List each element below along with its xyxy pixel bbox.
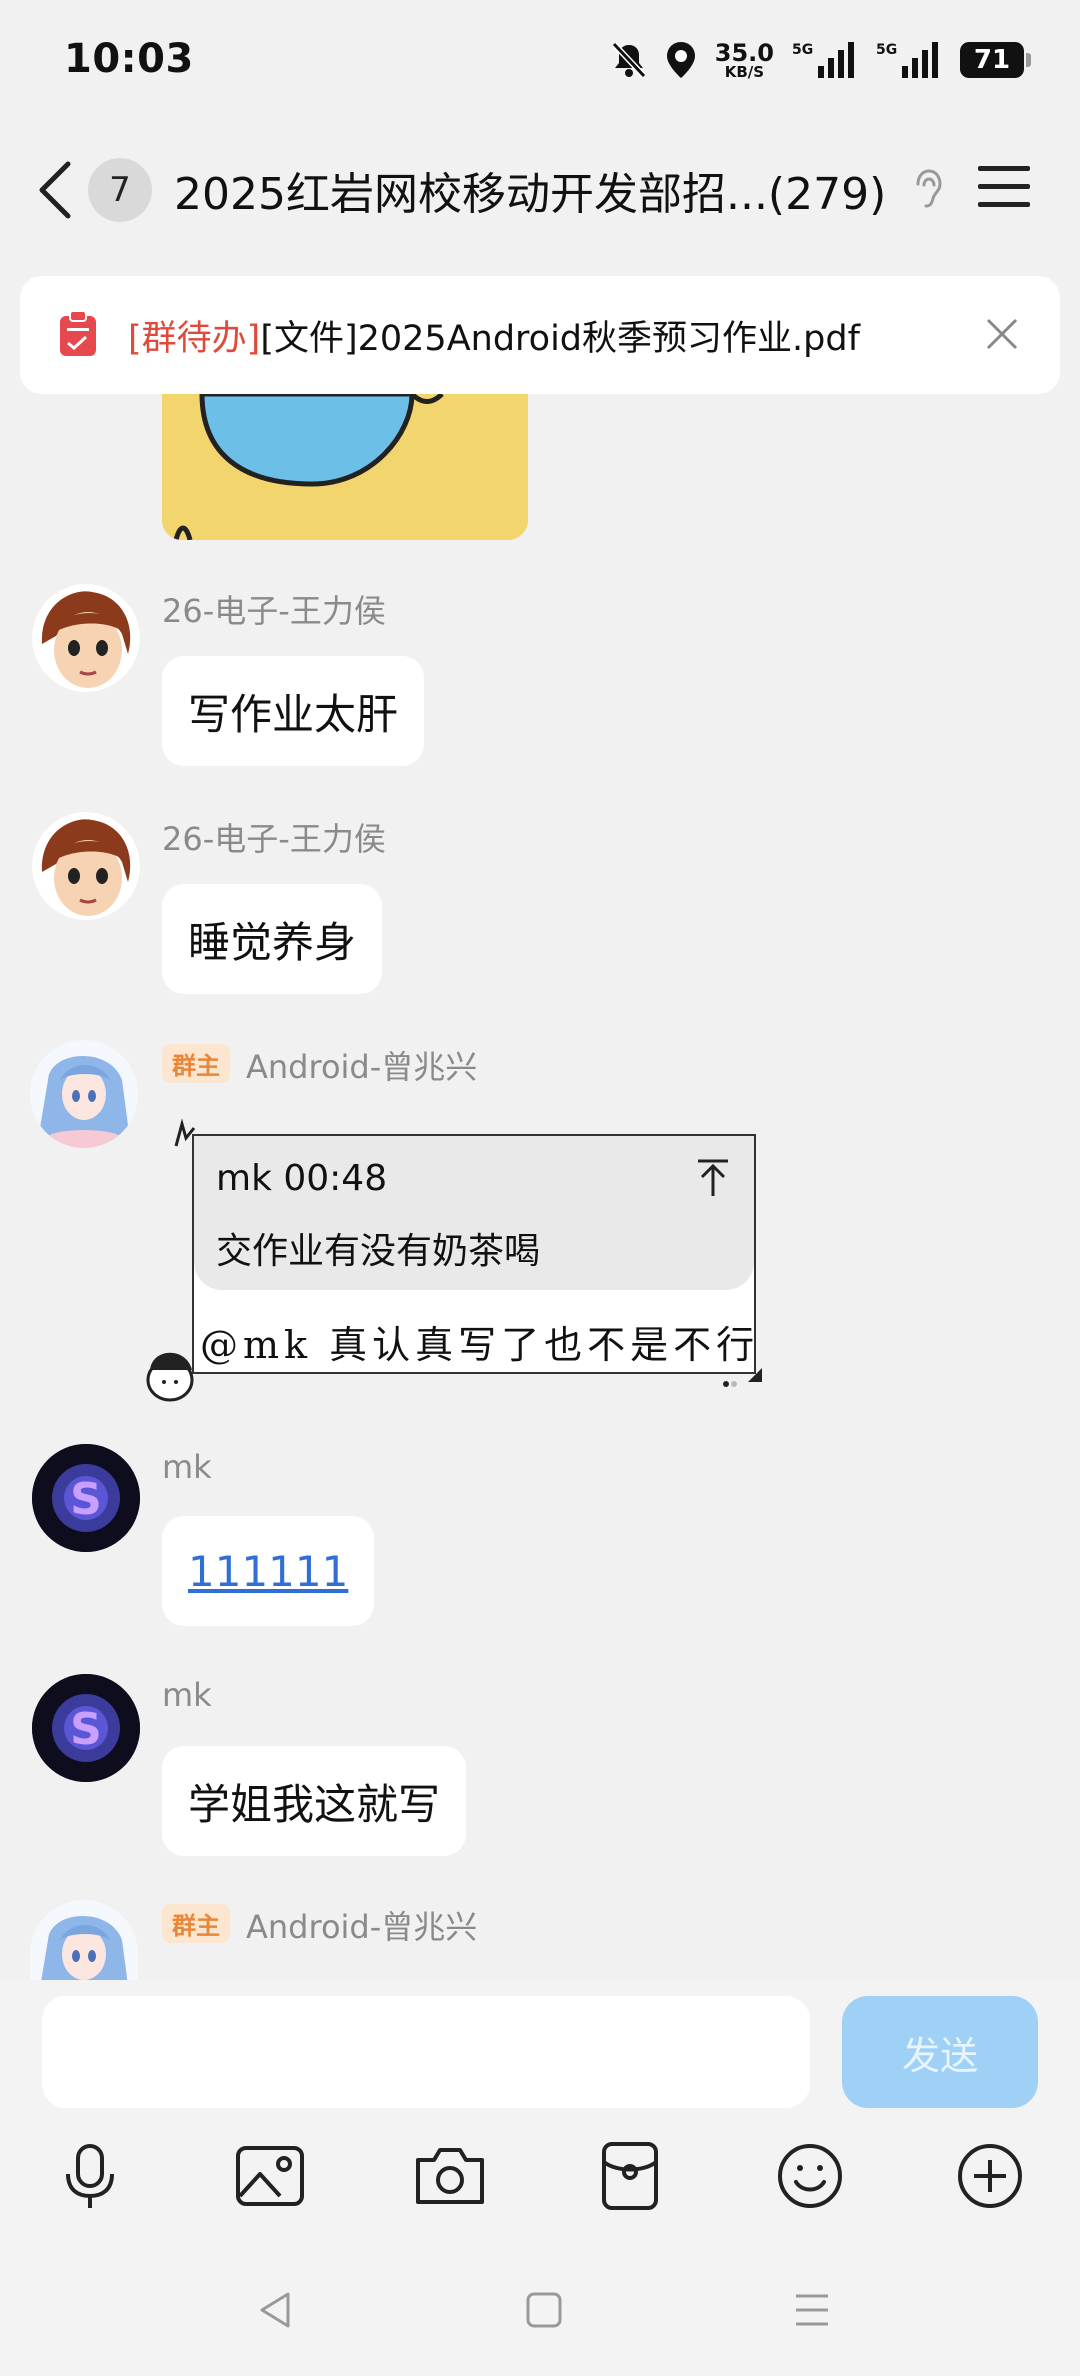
- message-input[interactable]: [42, 1996, 810, 2108]
- camera-icon[interactable]: [412, 2138, 488, 2214]
- todo-file: [文件]2025Android秋季预习作业.pdf: [260, 319, 860, 359]
- quoted-meta: mk 00:48: [216, 1158, 388, 1199]
- avatar-image: S: [32, 1674, 140, 1782]
- location-icon: [666, 42, 695, 78]
- chat-title[interactable]: 2025红岩网校移动开发部招...(279): [174, 158, 886, 222]
- close-icon[interactable]: [982, 314, 1022, 354]
- battery-indicator: 71: [960, 42, 1031, 78]
- avatar[interactable]: S: [32, 1444, 140, 1552]
- back-arrow-icon[interactable]: [34, 158, 78, 222]
- svg-text:5G: 5G: [792, 42, 813, 58]
- ear-icon[interactable]: [908, 166, 948, 214]
- avatar[interactable]: S: [32, 1674, 140, 1782]
- nav-recents-icon[interactable]: [792, 2290, 832, 2330]
- quoted-text: 交作业有没有奶茶喝: [216, 1231, 541, 1272]
- avatar-image: [32, 812, 140, 920]
- clipboard-icon: [60, 310, 96, 356]
- send-button[interactable]: 发送: [842, 1996, 1038, 2108]
- sender-name: mk: [162, 1448, 212, 1486]
- sender-name: 26-电子-王力侯: [162, 592, 386, 630]
- sender-name: 26-电子-王力侯: [162, 820, 386, 858]
- image-message[interactable]: [162, 394, 528, 540]
- todo-tag: [群待办]: [128, 319, 261, 359]
- message-bubble[interactable]: 111111: [162, 1516, 375, 1626]
- status-bar: 10:03 35.0 KB/S 5G 5G 71: [0, 0, 1080, 120]
- image-icon[interactable]: [232, 2138, 308, 2214]
- status-time: 10:03: [64, 36, 194, 82]
- avatar[interactable]: [30, 1040, 138, 1148]
- quoted-message[interactable]: mk 00:48 交作业有没有奶茶喝: [194, 1136, 754, 1290]
- todo-text: [群待办][文件]2025Android秋季预习作业.pdf: [128, 310, 860, 361]
- svg-text:5G: 5G: [876, 42, 897, 58]
- sender-name: mk: [162, 1676, 212, 1714]
- avatar[interactable]: [32, 812, 140, 920]
- corner-decoration-icon: [723, 1368, 762, 1387]
- sticker-image: [162, 394, 528, 540]
- nav-home-icon[interactable]: [524, 2290, 564, 2330]
- microphone-icon[interactable]: [52, 2138, 128, 2214]
- sender-name: Android-曾兆兴: [246, 1048, 478, 1086]
- sender-name: Android-曾兆兴: [246, 1908, 478, 1946]
- avatar-image: [32, 584, 140, 692]
- avatar-image: [30, 1040, 138, 1148]
- message-bubble[interactable]: 学姐我这就写: [162, 1746, 467, 1856]
- group-owner-badge: 群主: [162, 1044, 230, 1083]
- svg-text:S: S: [70, 1474, 102, 1525]
- jump-to-top-icon[interactable]: [696, 1158, 730, 1198]
- red-packet-icon[interactable]: [592, 2138, 668, 2214]
- avatar[interactable]: [30, 1900, 138, 1980]
- reply-text: @mk 真认真写了也不是不行: [200, 1323, 760, 1367]
- reply-bubble[interactable]: mk 00:48 交作业有没有奶茶喝 @mk 真认真写了也不是不行: [192, 1134, 756, 1374]
- group-owner-badge: 群主: [162, 1904, 230, 1943]
- sticker-decoration-icon: [146, 1352, 194, 1402]
- message-link[interactable]: 111111: [188, 1547, 348, 1596]
- emoji-icon[interactable]: [772, 2138, 848, 2214]
- status-icons: 35.0 KB/S 5G 5G 71: [611, 38, 1031, 81]
- unread-badge[interactable]: 7: [88, 158, 152, 222]
- avatar-image: S: [32, 1444, 140, 1552]
- signal-5g-icon-2: 5G: [876, 42, 938, 78]
- svg-text:S: S: [70, 1704, 102, 1755]
- message-bubble[interactable]: 睡觉养身: [162, 884, 383, 994]
- menu-icon[interactable]: [978, 164, 1030, 210]
- chat-header: 7 2025红岩网校移动开发部招...(279): [0, 120, 1080, 260]
- avatar[interactable]: [32, 584, 140, 692]
- avatar-image: [30, 1900, 138, 1980]
- group-todo-banner[interactable]: [群待办][文件]2025Android秋季预习作业.pdf: [20, 276, 1060, 394]
- plus-icon[interactable]: [952, 2138, 1028, 2214]
- net-speed: 35.0 KB/S: [714, 38, 774, 81]
- mute-bell-icon: [611, 41, 646, 79]
- message-bubble[interactable]: 写作业太肝: [162, 656, 425, 766]
- signal-5g-icon: 5G: [792, 42, 854, 78]
- nav-back-icon[interactable]: [256, 2290, 296, 2330]
